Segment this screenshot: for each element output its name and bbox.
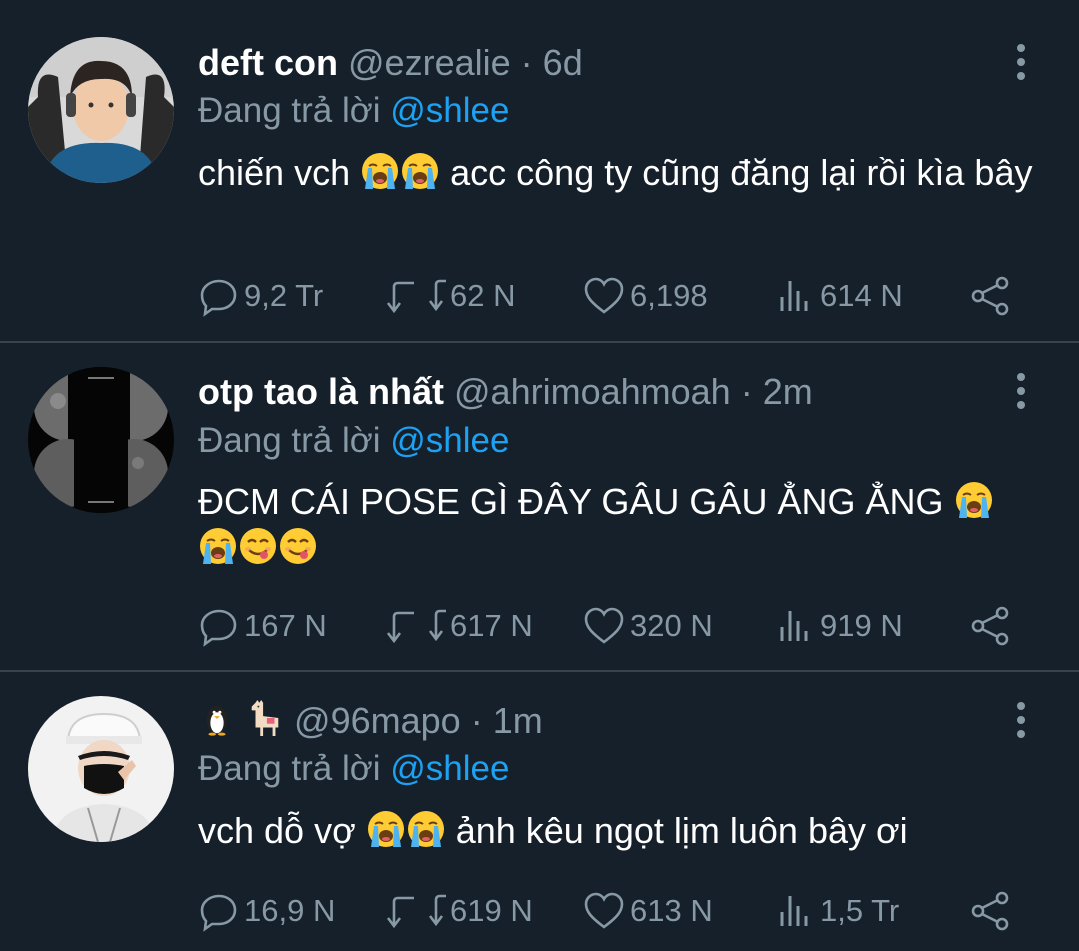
reply-icon	[200, 894, 237, 932]
timestamp[interactable]: 1m	[493, 700, 543, 741]
retweet-icon	[386, 279, 446, 314]
reply-icon	[200, 279, 237, 317]
tweet-header: @96mapo · 1m	[198, 696, 543, 746]
tweet-actions: 16,9 N 619 N 613 N 1,5 Tr	[198, 889, 1028, 933]
like-count: 320 N	[630, 608, 713, 643]
share-button[interactable]	[968, 274, 1012, 318]
share-button[interactable]	[968, 604, 1012, 648]
reply-count: 9,2 Tr	[244, 278, 324, 313]
share-icon	[971, 276, 1009, 316]
timestamp[interactable]: 2m	[763, 371, 813, 412]
analytics-icon	[780, 896, 808, 926]
face-savoring-food-icon	[238, 526, 278, 566]
timeline-feed: deft con @ezrealie · 6d Đang trả lời @sh…	[0, 0, 1079, 951]
retweet-button[interactable]: 62 N	[384, 274, 515, 318]
display-name[interactable]: otp tao là nhất	[198, 371, 444, 412]
analytics-icon	[780, 281, 808, 311]
retweet-count: 619 N	[450, 893, 533, 928]
like-count: 6,198	[630, 278, 708, 313]
retweet-button[interactable]: 619 N	[384, 889, 533, 933]
more-options-icon[interactable]	[1006, 369, 1036, 413]
reply-button[interactable]: 167 N	[198, 604, 327, 648]
tweet[interactable]: deft con @ezrealie · 6d Đang trả lời @sh…	[0, 0, 1079, 342]
more-options-icon[interactable]	[1006, 40, 1036, 84]
tweet-text: ĐCM CÁI POSE GÌ ĐÂY GÂU GÂU ẲNG ẲNG	[198, 479, 1058, 571]
share-icon	[971, 606, 1009, 646]
views-count: 919 N	[820, 608, 903, 643]
handle[interactable]: @ahrimoahmoah	[454, 371, 731, 412]
reply-count: 16,9 N	[244, 893, 336, 928]
separator: ·	[740, 371, 753, 412]
tweet-text-part: acc công ty cũng đăng lại rồi kìa bây	[450, 152, 1033, 193]
display-name[interactable]: deft con	[198, 42, 338, 83]
tweet-text: chiến vch acc công ty cũng đăng lại rồi …	[198, 150, 1058, 196]
separator: ·	[470, 700, 483, 741]
loudly-crying-face-icon	[954, 480, 994, 520]
tweet-text-part: chiến vch	[198, 152, 351, 193]
mention-link[interactable]: @shlee	[390, 421, 509, 460]
like-button[interactable]: 320 N	[582, 604, 713, 648]
tweet[interactable]: @96mapo · 1m Đang trả lời @shlee vch dỗ …	[0, 672, 1079, 951]
separator: ·	[520, 42, 533, 83]
avatar[interactable]	[28, 37, 174, 183]
face-savoring-food-icon	[278, 526, 318, 566]
tweet-text-part: ĐCM CÁI POSE GÌ ĐÂY GÂU GÂU ẲNG ẲNG	[198, 481, 944, 522]
handle[interactable]: @ezrealie	[348, 42, 511, 83]
tweet-text-part: vch dỗ vợ	[198, 810, 356, 851]
replying-to: Đang trả lời @shlee	[198, 418, 509, 464]
views-count: 614 N	[820, 278, 903, 313]
tweet-actions: 9,2 Tr 62 N 6,198 614 N	[198, 274, 1028, 318]
reply-button[interactable]: 9,2 Tr	[198, 274, 323, 318]
reply-button[interactable]: 16,9 N	[198, 889, 335, 933]
replying-to-label: Đang trả lời	[198, 749, 381, 788]
like-count: 613 N	[630, 893, 713, 928]
tweet[interactable]: otp tao là nhất @ahrimoahmoah · 2m Đang …	[0, 343, 1079, 671]
tweet-header: otp tao là nhất @ahrimoahmoah · 2m	[198, 367, 813, 417]
tweet-text-part: ảnh kêu ngọt lịm luôn bây ơi	[455, 810, 908, 851]
tweet-actions: 167 N 617 N 320 N 919 N	[198, 604, 1028, 648]
like-button[interactable]: 6,198	[582, 274, 708, 318]
tweet-text: vch dỗ vợ ảnh kêu ngọt lịm luôn bây ơi	[198, 808, 1058, 854]
share-button[interactable]	[968, 889, 1012, 933]
views-button[interactable]: 1,5 Tr	[776, 889, 899, 933]
loudly-crying-face-icon	[366, 809, 406, 849]
mention-link[interactable]: @shlee	[390, 91, 509, 130]
replying-to-label: Đang trả lời	[198, 421, 381, 460]
retweet-count: 617 N	[450, 608, 533, 643]
timestamp[interactable]: 6d	[543, 42, 583, 83]
reply-count: 167 N	[244, 608, 327, 643]
llama-icon	[246, 697, 284, 739]
retweet-button[interactable]: 617 N	[384, 604, 533, 648]
heart-icon	[584, 607, 624, 644]
handle[interactable]: @96mapo	[294, 700, 461, 741]
retweet-icon	[386, 609, 446, 644]
analytics-icon	[780, 611, 808, 641]
views-button[interactable]: 614 N	[776, 274, 903, 318]
avatar[interactable]	[28, 367, 174, 513]
replying-to: Đang trả lời @shlee	[198, 746, 509, 792]
heart-icon	[584, 277, 624, 314]
like-button[interactable]: 613 N	[582, 889, 713, 933]
heart-icon	[584, 892, 624, 929]
loudly-crying-face-icon	[406, 809, 446, 849]
retweet-count: 62 N	[450, 278, 516, 313]
replying-to: Đang trả lời @shlee	[198, 88, 509, 134]
tweet-header: deft con @ezrealie · 6d	[198, 38, 583, 88]
more-options-icon[interactable]	[1006, 698, 1036, 742]
loudly-crying-face-icon	[198, 526, 238, 566]
loudly-crying-face-icon	[360, 151, 400, 191]
retweet-icon	[386, 894, 446, 929]
views-count: 1,5 Tr	[820, 893, 900, 928]
share-icon	[971, 891, 1009, 931]
replying-to-label: Đang trả lời	[198, 91, 381, 130]
loudly-crying-face-icon	[400, 151, 440, 191]
avatar[interactable]	[28, 696, 174, 842]
penguin-icon	[198, 697, 236, 739]
views-button[interactable]: 919 N	[776, 604, 903, 648]
reply-icon	[200, 609, 237, 647]
mention-link[interactable]: @shlee	[390, 749, 509, 788]
